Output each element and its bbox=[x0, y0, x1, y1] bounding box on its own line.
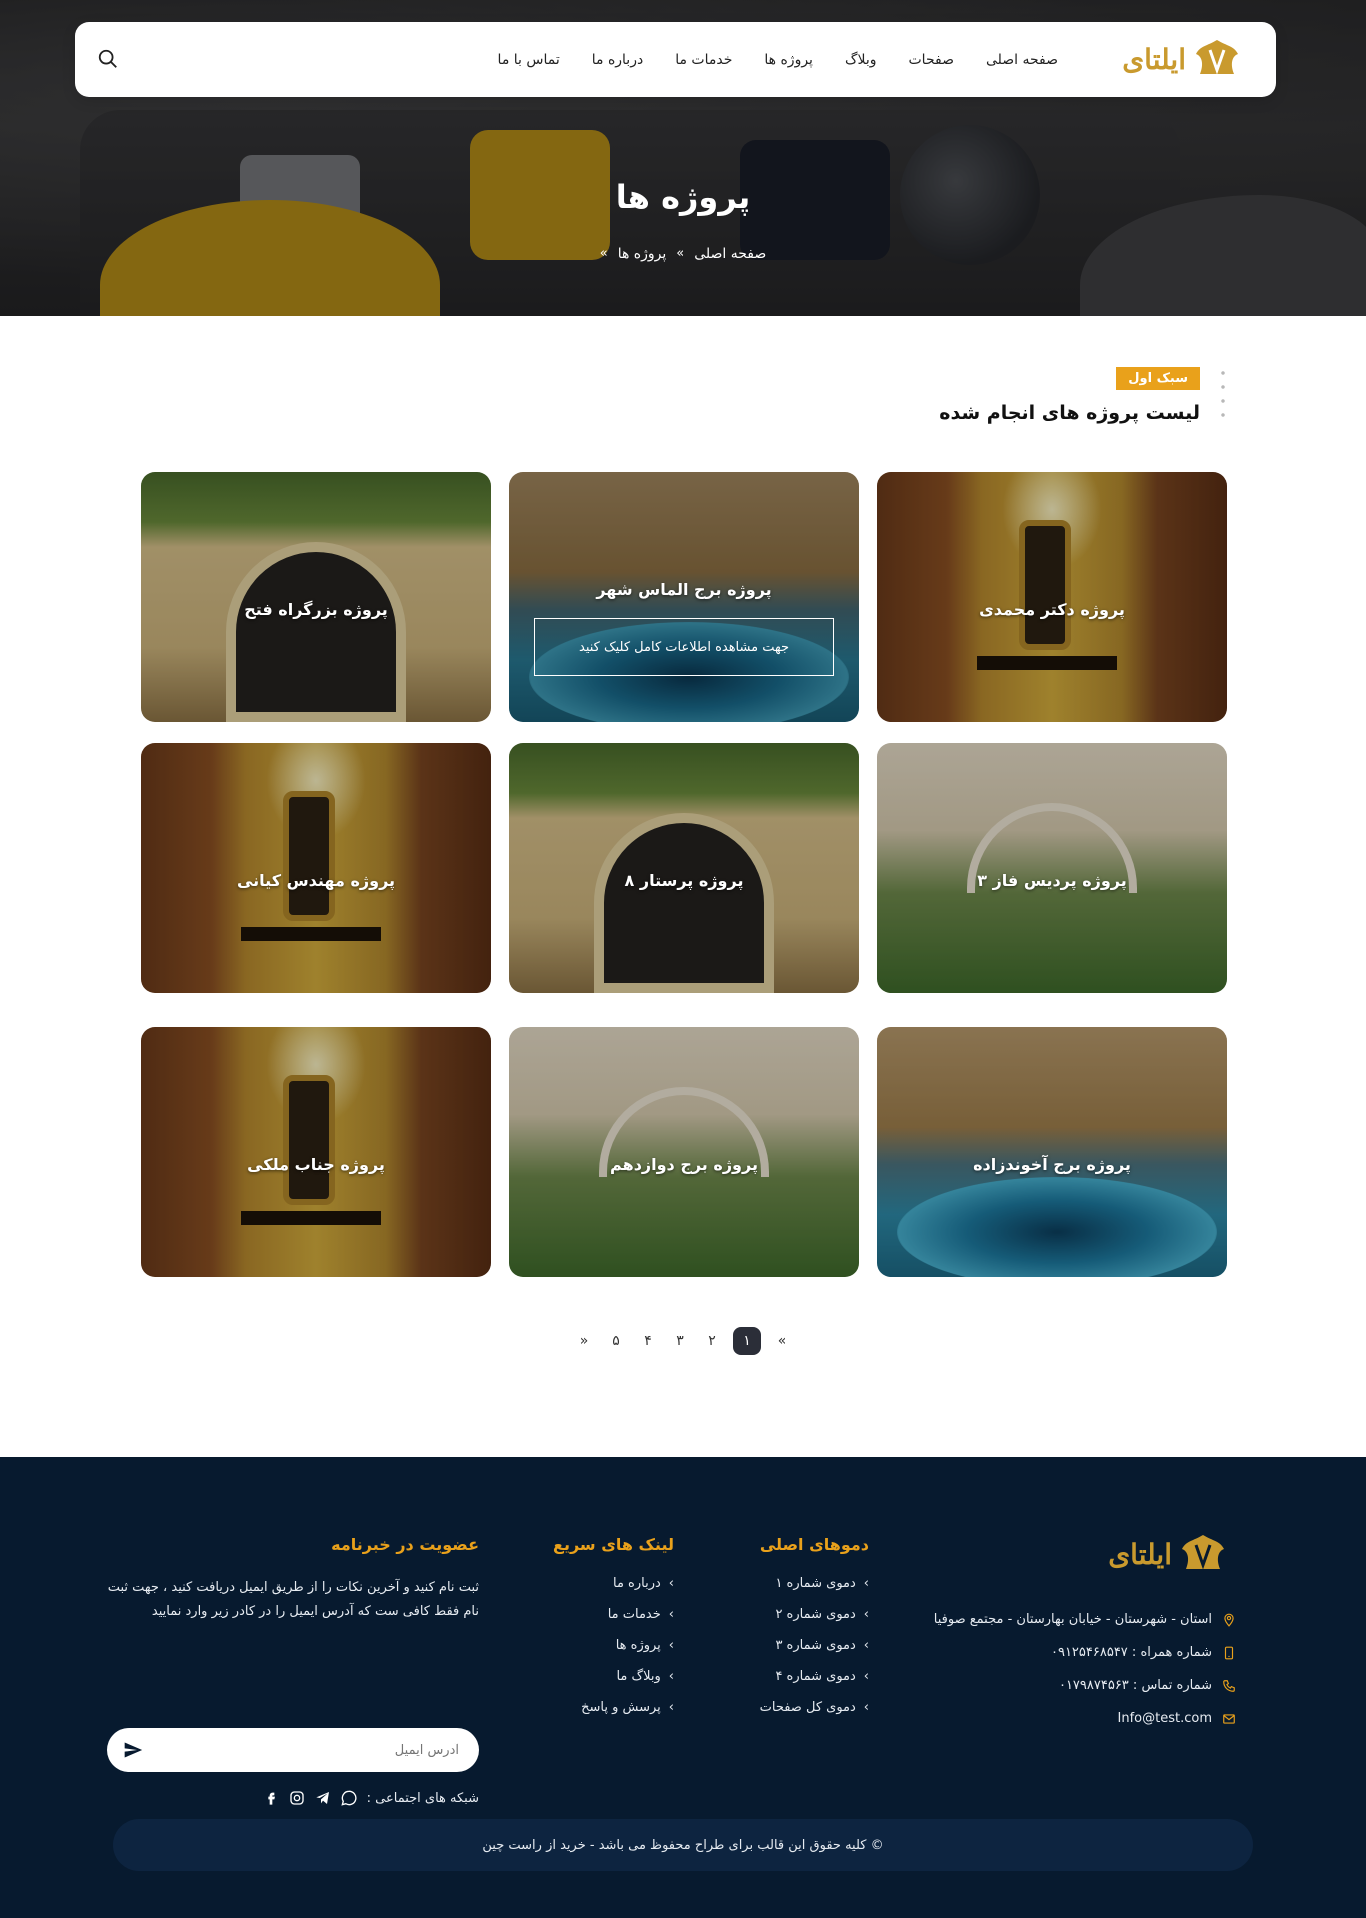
project-card[interactable]: پروژه بزرگراه فتح bbox=[141, 472, 491, 722]
site-logo[interactable]: ایلتای bbox=[1112, 34, 1242, 84]
project-card[interactable]: پروژه پردیس فاز ۳ bbox=[877, 743, 1227, 993]
breadcrumb-separator: » bbox=[676, 246, 685, 261]
footer-phone: شماره تماس : ۰۱۷۹۸۷۴۵۶۳ bbox=[1058, 1678, 1212, 1693]
footer-quick-link[interactable]: پروژه ها bbox=[553, 1638, 674, 1653]
social-label: شبکه های اجتماعی : bbox=[366, 1790, 479, 1806]
search-icon[interactable] bbox=[97, 48, 119, 70]
project-title: پروژه پردیس فاز ۳ bbox=[977, 871, 1127, 890]
newsletter-title: عضویت در خبرنامه bbox=[331, 1535, 479, 1554]
facebook-icon[interactable] bbox=[263, 1790, 279, 1806]
telegram-icon[interactable] bbox=[315, 1790, 331, 1806]
send-icon[interactable] bbox=[123, 1740, 143, 1760]
project-card[interactable]: پروژه جناب ملکی bbox=[141, 1027, 491, 1277]
mobile-icon bbox=[1224, 1646, 1234, 1659]
logo-emblem-icon bbox=[1182, 1535, 1224, 1570]
pagination-page-4[interactable]: ۴ bbox=[637, 1327, 659, 1355]
breadcrumb: صفحه اصلی » پروژه ها » bbox=[0, 246, 1366, 262]
footer-quick-link[interactable]: پرسش و پاسخ bbox=[553, 1700, 674, 1715]
nav-contact[interactable]: تماس با ما bbox=[498, 52, 560, 68]
instagram-icon[interactable] bbox=[289, 1790, 305, 1806]
pagination-page-3[interactable]: ۳ bbox=[669, 1327, 691, 1355]
pagination-page-current[interactable]: ۱ bbox=[733, 1327, 761, 1355]
copyright-bar: © کلیه حقوق این قالب برای طراح محفوظ می … bbox=[113, 1819, 1253, 1871]
project-title: پروژه مهندس کیانی bbox=[236, 871, 396, 890]
footer-quick-link[interactable]: خدمات ما bbox=[553, 1607, 674, 1622]
footer-quick-links: لینک های سریع درباره ما خدمات ما پروژه ه… bbox=[553, 1535, 674, 1715]
section-title: لیست پروژه های انجام شده bbox=[939, 402, 1200, 424]
nav-about[interactable]: درباره ما bbox=[592, 52, 643, 68]
pagination-next[interactable]: » bbox=[573, 1327, 595, 1355]
footer-quick-link[interactable]: وبلاگ ما bbox=[553, 1669, 674, 1684]
nav-services[interactable]: خدمات ما bbox=[675, 52, 732, 68]
breadcrumb-separator: » bbox=[599, 246, 608, 261]
project-title: پروژه دکتر محمدی bbox=[979, 600, 1125, 619]
footer-demo-link[interactable]: دموی کل صفحات bbox=[760, 1700, 869, 1715]
decorative-dots bbox=[1216, 366, 1230, 422]
page-title: پروژه ها bbox=[615, 178, 751, 216]
phone-icon bbox=[1223, 1679, 1235, 1692]
newsletter-form bbox=[107, 1728, 479, 1772]
breadcrumb-home[interactable]: صفحه اصلی bbox=[694, 246, 766, 262]
footer-quick-links-title: لینک های سریع bbox=[553, 1535, 674, 1554]
project-card[interactable]: پروژه برج آخوندزاده bbox=[877, 1027, 1227, 1277]
newsletter-text: ثبت نام کنید و آخرین نکات را از طریق ایم… bbox=[107, 1580, 479, 1619]
footer-newsletter: عضویت در خبرنامه ثبت نام کنید و آخرین نک… bbox=[107, 1535, 479, 1806]
project-card[interactable]: پروژه پرستار ۸ bbox=[509, 743, 859, 993]
logo-emblem-icon bbox=[1196, 40, 1238, 75]
whatsapp-icon[interactable] bbox=[341, 1790, 357, 1806]
footer-mobile: شماره همراه : ۰۹۱۲۵۴۶۸۵۴۷ bbox=[1050, 1645, 1212, 1660]
pagination: » ۵ ۴ ۳ ۲ ۱ « bbox=[0, 1327, 1366, 1355]
pagination-page-5[interactable]: ۵ bbox=[605, 1327, 627, 1355]
project-title: پروژه برج الماس شهر bbox=[596, 580, 772, 599]
nav-projects[interactable]: پروژه ها bbox=[764, 52, 813, 68]
nav-menu: صفحه اصلی صفحات وبلاگ پروژه ها خدمات ما … bbox=[498, 22, 1058, 97]
footer-contact: استان - شهرستان - خیابان بهارستان - مجتم… bbox=[934, 1612, 1236, 1726]
location-icon bbox=[1224, 1613, 1234, 1627]
pagination-page-2[interactable]: ۲ bbox=[701, 1327, 723, 1355]
footer-logo-text: ایلتای bbox=[1108, 1537, 1172, 1571]
project-title: پروژه پرستار ۸ bbox=[624, 871, 744, 890]
project-details-button[interactable]: جهت مشاهده اطلاعات کامل کلیک کنید bbox=[534, 618, 834, 676]
pagination-prev[interactable]: « bbox=[771, 1327, 793, 1355]
project-title: پروژه برج آخوندزاده bbox=[973, 1155, 1131, 1174]
project-card[interactable]: پروژه دکتر محمدی bbox=[877, 472, 1227, 722]
email-icon bbox=[1223, 1713, 1235, 1724]
footer-logo[interactable]: ایلتای bbox=[1108, 1531, 1228, 1577]
project-card[interactable]: پروژه برج الماس شهر جهت مشاهده اطلاعات ک… bbox=[509, 472, 859, 722]
site-footer: ایلتای استان - شهرستان - خیابان بهارستان… bbox=[0, 1457, 1366, 1918]
project-title: پروژه بزرگراه فتح bbox=[244, 600, 388, 619]
footer-demos: دموهای اصلی دموی شماره ۱ دموی شماره ۲ دم… bbox=[760, 1535, 869, 1715]
footer-demo-link[interactable]: دموی شماره ۳ bbox=[760, 1638, 869, 1653]
nav-pages[interactable]: صفحات bbox=[909, 52, 954, 68]
footer-demo-link[interactable]: دموی شماره ۱ bbox=[760, 1576, 869, 1591]
footer-address: استان - شهرستان - خیابان بهارستان - مجتم… bbox=[933, 1612, 1212, 1627]
footer-demo-link[interactable]: دموی شماره ۲ bbox=[760, 1607, 869, 1622]
social-links: شبکه های اجتماعی : bbox=[263, 1790, 479, 1806]
project-card[interactable]: پروژه مهندس کیانی bbox=[141, 743, 491, 993]
footer-quick-link[interactable]: درباره ما bbox=[553, 1576, 674, 1591]
main-navbar: ایلتای صفحه اصلی صفحات وبلاگ پروژه ها خد… bbox=[75, 22, 1276, 97]
breadcrumb-current: پروژه ها bbox=[617, 246, 667, 262]
logo-text: ایلتای bbox=[1122, 42, 1186, 76]
newsletter-email-input[interactable] bbox=[159, 1742, 459, 1758]
project-card[interactable]: پروژه برج دوازدهم bbox=[509, 1027, 859, 1277]
nav-blog[interactable]: وبلاگ bbox=[845, 52, 877, 68]
footer-demos-title: دموهای اصلی bbox=[759, 1535, 869, 1554]
section-badge: سبک اول bbox=[1116, 367, 1200, 390]
nav-home[interactable]: صفحه اصلی bbox=[986, 52, 1058, 68]
project-title: پروژه جناب ملکی bbox=[247, 1155, 385, 1174]
project-title: پروژه برج دوازدهم bbox=[610, 1155, 758, 1174]
footer-demo-link[interactable]: دموی شماره ۴ bbox=[760, 1669, 869, 1684]
footer-email[interactable]: Info@test.com bbox=[1118, 1711, 1212, 1726]
